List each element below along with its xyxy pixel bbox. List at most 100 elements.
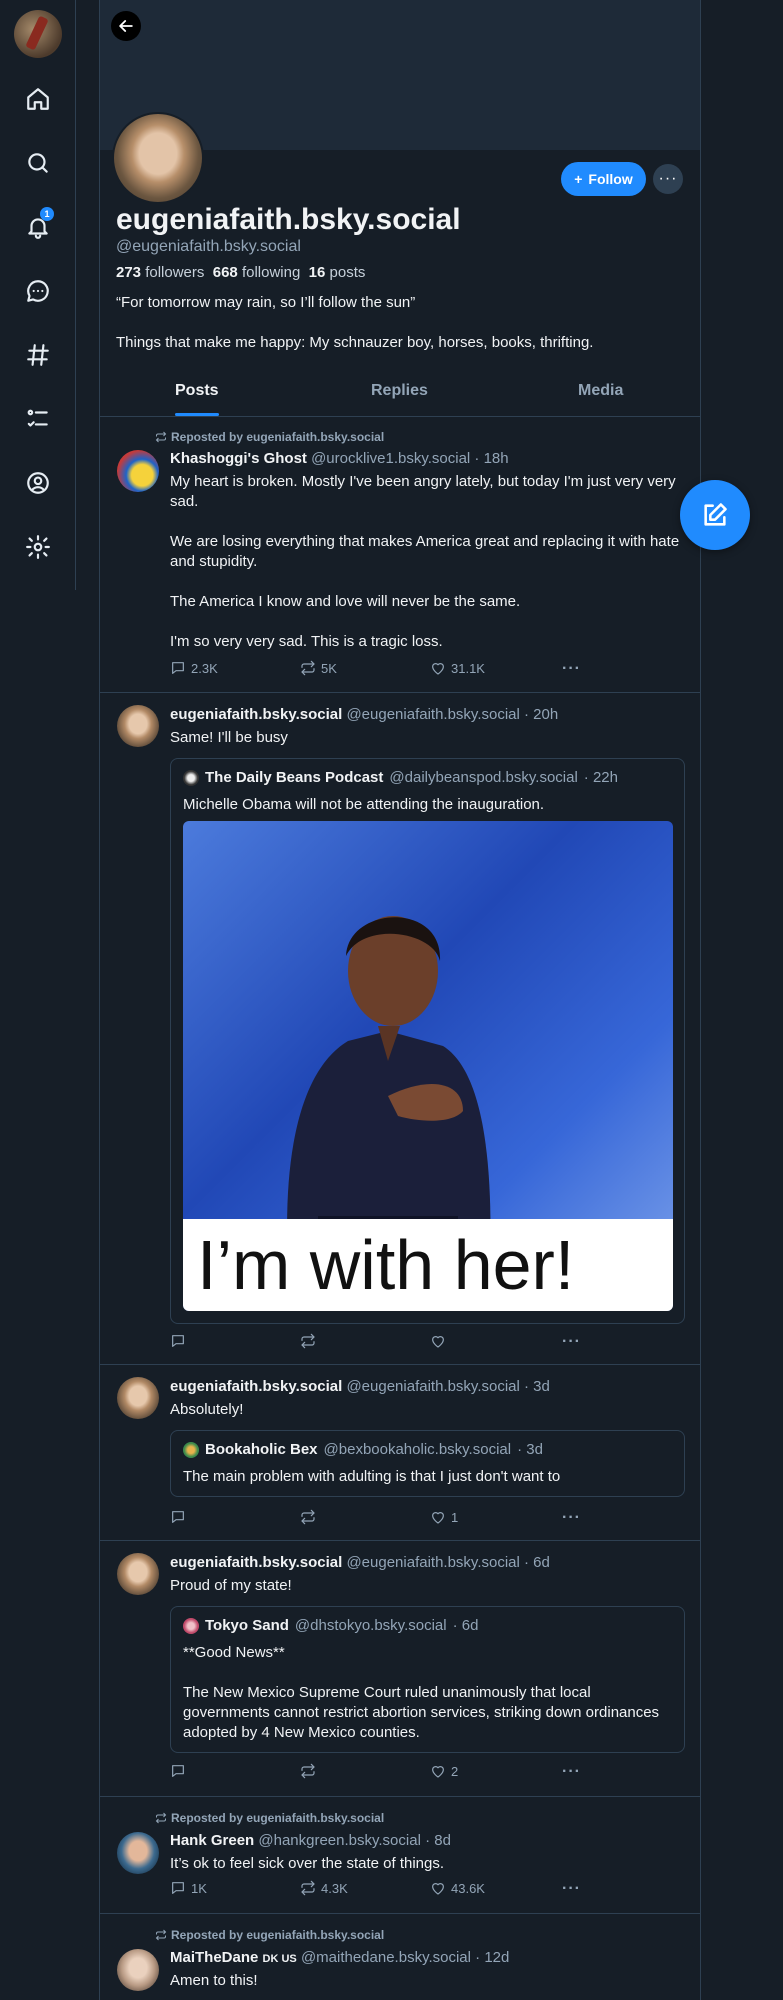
feed-post[interactable]: Reposted by eugeniafaith.bsky.social Mai… <box>100 1914 700 2000</box>
heart-icon <box>432 1336 444 1348</box>
repost-button[interactable] <box>300 1509 316 1525</box>
author-handle[interactable]: @urocklive1.bsky.social <box>311 450 470 467</box>
repost-button[interactable] <box>300 1763 316 1779</box>
profile-more-button[interactable]: ··· <box>653 164 683 194</box>
author-avatar[interactable] <box>117 1553 159 1595</box>
post-time[interactable]: · 12d <box>475 1949 509 1966</box>
feeds-nav-button[interactable] <box>18 335 58 375</box>
follow-button[interactable]: + Follow <box>561 162 646 196</box>
quoted-post[interactable]: Bookaholic Bex @bexbookaholic.bsky.socia… <box>170 1430 685 1497</box>
quote-header: Tokyo Sand @dhstokyo.bsky.social · 6d <box>183 1617 478 1634</box>
my-avatar[interactable] <box>14 10 62 58</box>
like-button[interactable]: 31.1K <box>430 660 485 676</box>
author-name[interactable]: eugeniafaith.bsky.social <box>170 1554 342 1571</box>
back-button[interactable] <box>111 11 141 41</box>
reply-button[interactable] <box>170 1333 186 1349</box>
post-more-button[interactable]: ··· <box>562 1333 581 1351</box>
post-time[interactable]: · 20h <box>524 706 558 723</box>
post-header: Hank Green @hankgreen.bsky.social · 8d <box>170 1832 451 1849</box>
author-avatar[interactable] <box>117 450 159 492</box>
feed-post[interactable]: Reposted by eugeniafaith.bsky.social Kha… <box>100 417 700 693</box>
profile-avatar[interactable] <box>112 112 204 204</box>
author-handle[interactable]: @eugeniafaith.bsky.social <box>346 1554 519 1571</box>
post-actions: ··· <box>170 1333 590 1353</box>
tab-replies[interactable]: Replies <box>371 382 428 400</box>
author-name[interactable]: Hank Green <box>170 1832 254 1849</box>
author-handle[interactable]: @hankgreen.bsky.social <box>258 1832 421 1849</box>
post-time[interactable]: · 6d <box>524 1554 550 1571</box>
lists-nav-button[interactable] <box>18 399 58 439</box>
home-nav-button[interactable] <box>18 79 58 119</box>
author-name[interactable]: MaiTheDane <box>170 1949 258 1966</box>
feed-post[interactable]: eugeniafaith.bsky.social @eugeniafaith.b… <box>100 1541 700 1797</box>
profile-nav-button[interactable] <box>18 463 58 503</box>
followers-link[interactable]: 273 followers <box>116 264 204 281</box>
author-name[interactable]: eugeniafaith.bsky.social <box>170 706 342 723</box>
quoted-post[interactable]: Tokyo Sand @dhstokyo.bsky.social · 6d **… <box>170 1606 685 1753</box>
post-time[interactable]: · 18h <box>474 450 508 467</box>
feed-post[interactable]: eugeniafaith.bsky.social @eugeniafaith.b… <box>100 1365 700 1541</box>
reply-button[interactable]: 1K <box>170 1880 207 1896</box>
search-icon <box>28 153 48 173</box>
feed-post[interactable]: Reposted by eugeniafaith.bsky.social Han… <box>100 1797 700 1914</box>
tab-posts[interactable]: Posts <box>175 382 219 400</box>
author-avatar[interactable] <box>117 705 159 747</box>
quote-author-avatar <box>183 769 199 786</box>
quoted-post[interactable]: The Daily Beans Podcast @dailybeanspod.b… <box>170 758 685 1324</box>
ellipsis-icon: ··· <box>562 1763 581 1780</box>
reply-button[interactable]: 2.3K <box>170 660 218 676</box>
repost-icon <box>301 1880 315 1896</box>
post-actions: 2 ··· <box>170 1763 590 1783</box>
author-handle[interactable]: @eugeniafaith.bsky.social <box>346 1378 519 1395</box>
notifications-nav-button[interactable]: 1 <box>18 207 58 247</box>
post-text: Same! I'll be busy <box>170 729 288 746</box>
active-tab-indicator <box>175 413 219 416</box>
reply-button[interactable] <box>170 1763 186 1779</box>
post-time[interactable]: · 3d <box>524 1378 550 1395</box>
repost-button[interactable]: 4.3K <box>300 1880 348 1896</box>
repost-button[interactable]: 5K <box>300 660 337 676</box>
tab-media[interactable]: Media <box>578 382 623 400</box>
like-button[interactable]: 1 <box>430 1509 458 1525</box>
search-nav-button[interactable] <box>18 143 58 183</box>
author-handle[interactable]: @eugeniafaith.bsky.social <box>346 706 519 723</box>
author-avatar[interactable] <box>117 1832 159 1874</box>
reply-icon <box>172 662 184 674</box>
quote-author-avatar <box>183 1441 199 1458</box>
ellipsis-icon: ··· <box>562 1880 581 1897</box>
settings-nav-button[interactable] <box>18 527 58 567</box>
ellipsis-icon: ··· <box>562 660 581 677</box>
like-button[interactable] <box>430 1333 446 1349</box>
reply-button[interactable] <box>170 1509 186 1525</box>
like-button[interactable]: 43.6K <box>430 1880 485 1896</box>
list-icon <box>27 409 48 427</box>
post-more-button[interactable]: ··· <box>562 1509 581 1527</box>
profile-bio-line: “For tomorrow may rain, so I’ll follow t… <box>116 294 416 311</box>
post-text: Amen to this! <box>170 1972 258 1989</box>
compose-post-button[interactable] <box>680 480 750 550</box>
post-header: eugeniafaith.bsky.social @eugeniafaith.b… <box>170 706 558 723</box>
post-more-button[interactable]: ··· <box>562 660 581 678</box>
repost-icon <box>301 1333 315 1349</box>
following-link[interactable]: 668 following <box>213 264 301 281</box>
author-handle[interactable]: @maithedane.bsky.social <box>301 1949 471 1966</box>
post-time[interactable]: · 8d <box>425 1832 451 1849</box>
quote-image[interactable]: I’m with her! <box>183 821 673 1311</box>
post-more-button[interactable]: ··· <box>562 1880 581 1898</box>
feed-post[interactable]: eugeniafaith.bsky.social @eugeniafaith.b… <box>100 693 700 1365</box>
repost-indicator: Reposted by eugeniafaith.bsky.social <box>155 1928 384 1942</box>
heart-icon <box>432 1766 444 1778</box>
author-name[interactable]: Khashoggi's Ghost <box>170 450 307 467</box>
author-avatar[interactable] <box>117 1949 159 1991</box>
author-name[interactable]: eugeniafaith.bsky.social <box>170 1378 342 1395</box>
heart-icon <box>432 663 444 675</box>
quote-text: **Good News** The New Mexico Supreme Cou… <box>183 1644 660 1741</box>
post-more-button[interactable]: ··· <box>562 1763 581 1781</box>
chat-nav-button[interactable] <box>18 271 58 311</box>
reply-icon <box>172 1511 184 1523</box>
profile-display-name: eugeniafaith.bsky.social <box>116 203 461 236</box>
profile-tabs: Posts Replies Media <box>100 372 700 417</box>
author-avatar[interactable] <box>117 1377 159 1419</box>
like-button[interactable]: 2 <box>430 1763 458 1779</box>
repost-button[interactable] <box>300 1333 316 1349</box>
